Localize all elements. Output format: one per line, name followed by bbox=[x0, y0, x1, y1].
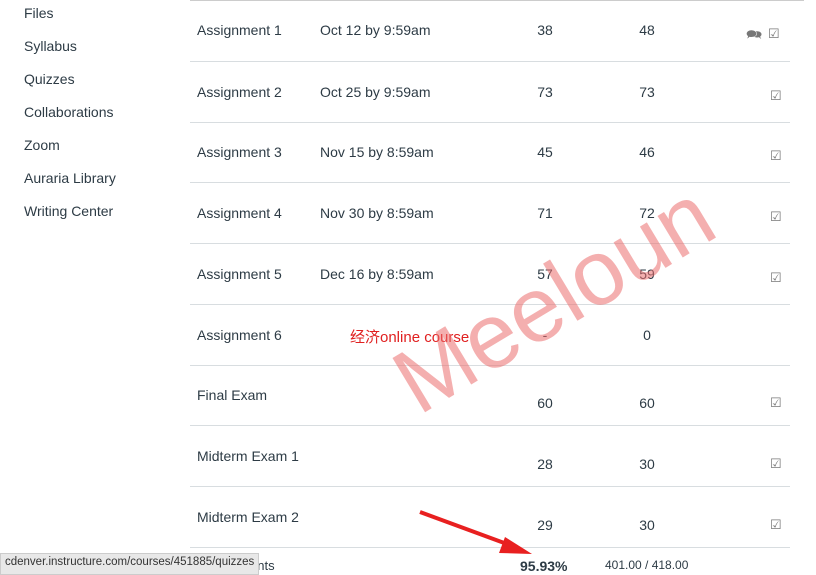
red-arrow bbox=[419, 510, 532, 554]
